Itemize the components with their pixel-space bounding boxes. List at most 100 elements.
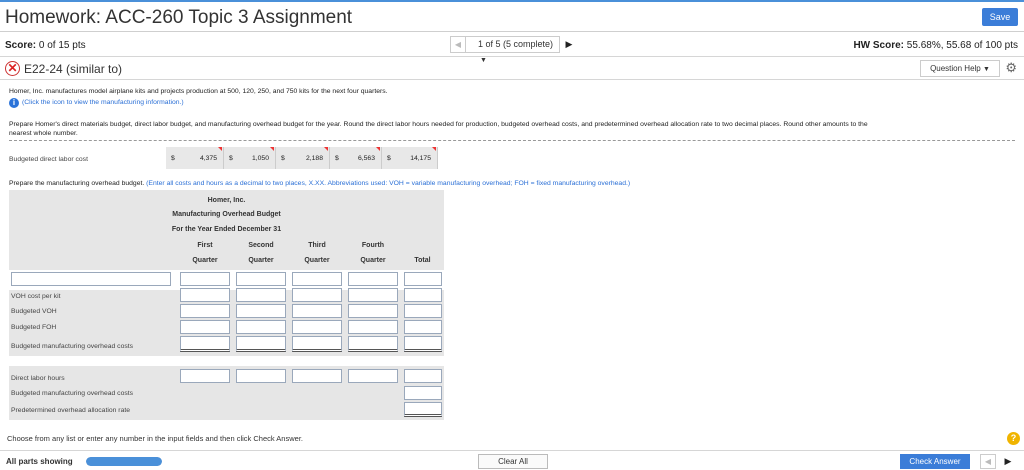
row1-q3-input[interactable] bbox=[292, 272, 342, 286]
budgeted-dl-q2-value: 1,050 bbox=[251, 155, 269, 162]
score-value: 0 of 15 pts bbox=[38, 40, 86, 51]
budgeted-voh-q2-input[interactable] bbox=[236, 304, 286, 318]
separator-row bbox=[9, 356, 444, 366]
hw-score-label: HW Score: bbox=[853, 40, 905, 51]
question-label: E22-24 (similar to) bbox=[24, 62, 123, 76]
question-help-dropdown[interactable]: Question Help ▼ bbox=[920, 60, 1000, 77]
voh-cost-q2-input[interactable] bbox=[236, 288, 286, 302]
budgeted-dl-q1: $ 4,375 bbox=[166, 147, 224, 169]
budgeted-moh-q2-input[interactable] bbox=[236, 336, 286, 352]
question-position: 1 of 5 (5 complete) bbox=[478, 39, 554, 49]
col-q2-bottom: Quarter bbox=[248, 257, 274, 264]
col-q4-top: Fourth bbox=[361, 242, 385, 249]
currency-symbol: $ bbox=[229, 155, 233, 162]
row1-q2-input[interactable] bbox=[236, 272, 286, 286]
instructions-line-1: Prepare Homer's direct materials budget,… bbox=[9, 121, 868, 128]
budgeted-voh-q1-input[interactable] bbox=[180, 304, 230, 318]
budgeted-foh-q1-input[interactable] bbox=[180, 320, 230, 334]
budget-company: Homer, Inc. bbox=[207, 197, 246, 204]
col-q2-top: Second bbox=[248, 242, 274, 249]
page-header: Homework: ACC-260 Topic 3 Assignment Sav… bbox=[0, 2, 1024, 32]
budgeted-voh-total-input[interactable] bbox=[404, 304, 442, 318]
row1-q4-input[interactable] bbox=[348, 272, 398, 286]
col-q4-bottom: Quarter bbox=[360, 257, 386, 264]
footer-next-button[interactable]: ▶ bbox=[1000, 454, 1016, 469]
save-button[interactable]: Save bbox=[982, 8, 1018, 26]
row1-label-select[interactable] bbox=[11, 272, 171, 286]
parts-progress-fill bbox=[86, 457, 162, 466]
voh-cost-q3-input[interactable] bbox=[292, 288, 342, 302]
budgeted-voh-q3-input[interactable] bbox=[292, 304, 342, 318]
budgeted-moh-costs-total-input[interactable] bbox=[404, 386, 442, 400]
chevron-right-icon: ▶ bbox=[565, 39, 573, 49]
info-icon[interactable]: i bbox=[9, 98, 19, 108]
budgeted-dl-q4: $ 6,563 bbox=[330, 147, 382, 169]
predetermined-rate-total-input[interactable] bbox=[404, 402, 442, 417]
col-q1-top: First bbox=[197, 242, 213, 249]
flag-icon bbox=[324, 147, 328, 151]
chevron-left-icon: ◀ bbox=[454, 40, 462, 49]
row-predetermined-rate: Predetermined overhead allocation rate bbox=[11, 407, 131, 414]
question-help-label: Question Help bbox=[930, 64, 981, 73]
dl-hours-q2-input[interactable] bbox=[236, 369, 286, 383]
info-link[interactable]: (Click the icon to view the manufacturin… bbox=[22, 99, 184, 106]
manufacturing-overhead-budget: Homer, Inc. Manufacturing Overhead Budge… bbox=[9, 190, 444, 420]
row-budgeted-voh: Budgeted VOH bbox=[11, 308, 57, 315]
check-answer-button[interactable]: Check Answer bbox=[900, 454, 970, 469]
hw-score-value: 55.68%, 55.68 of 100 pts bbox=[906, 40, 1018, 51]
flag-icon bbox=[376, 147, 380, 151]
budgeted-moh-total-input[interactable] bbox=[404, 336, 442, 352]
footer-previous-button[interactable]: ◀ bbox=[980, 454, 996, 469]
col-q3-top: Third bbox=[308, 242, 326, 249]
next-question-button[interactable]: ▶ bbox=[560, 36, 578, 53]
row-budgeted-moh: Budgeted manufacturing overhead costs bbox=[11, 343, 134, 350]
dl-hours-q3-input[interactable] bbox=[292, 369, 342, 383]
currency-symbol: $ bbox=[281, 155, 285, 162]
budgeted-voh-q4-input[interactable] bbox=[348, 304, 398, 318]
dl-hours-q4-input[interactable] bbox=[348, 369, 398, 383]
row-budgeted-foh: Budgeted FOH bbox=[11, 324, 57, 331]
currency-symbol: $ bbox=[171, 155, 175, 162]
budgeted-dl-total: $ 14,175 bbox=[382, 147, 438, 169]
caret-down-icon: ▼ bbox=[983, 66, 990, 73]
hw-score: HW Score: 55.68%, 55.68 of 100 pts bbox=[853, 40, 1018, 51]
dl-hours-total-input[interactable] bbox=[404, 369, 442, 383]
voh-cost-q1-input[interactable] bbox=[180, 288, 230, 302]
budget-title: Manufacturing Overhead Budget bbox=[172, 211, 281, 218]
voh-cost-q4-input[interactable] bbox=[348, 288, 398, 302]
question-select[interactable]: 1 of 5 (5 complete) ▼ bbox=[466, 36, 560, 64]
page-title: Homework: ACC-260 Topic 3 Assignment bbox=[5, 7, 353, 28]
budgeted-dl-q1-value: 4,375 bbox=[199, 155, 217, 162]
clear-all-button[interactable]: Clear All bbox=[478, 454, 548, 469]
budgeted-moh-q1-input[interactable] bbox=[180, 336, 230, 352]
help-icon[interactable]: ? bbox=[1007, 432, 1020, 445]
currency-symbol: $ bbox=[335, 155, 339, 162]
parts-progress-bar bbox=[86, 457, 162, 466]
budgeted-dl-total-value: 14,175 bbox=[410, 155, 431, 162]
gear-icon[interactable]: ⚙ bbox=[1005, 60, 1017, 76]
budgeted-foh-q3-input[interactable] bbox=[292, 320, 342, 334]
scroll-clip-divider bbox=[9, 140, 1015, 143]
row-direct-labor-hours: Direct labor hours bbox=[11, 375, 65, 382]
budgeted-dl-q2: $ 1,050 bbox=[224, 147, 276, 169]
dl-hours-q1-input[interactable] bbox=[180, 369, 230, 383]
footer-instruction: Choose from any list or enter any number… bbox=[7, 434, 303, 443]
budgeted-moh-q3-input[interactable] bbox=[292, 336, 342, 352]
budgeted-dl-q4-value: 6,563 bbox=[357, 155, 375, 162]
row-budgeted-moh-costs: Budgeted manufacturing overhead costs bbox=[11, 390, 134, 397]
flag-icon bbox=[270, 147, 274, 151]
budgeted-foh-q2-input[interactable] bbox=[236, 320, 286, 334]
row1-total-input[interactable] bbox=[404, 272, 442, 286]
budgeted-foh-total-input[interactable] bbox=[404, 320, 442, 334]
flag-icon bbox=[432, 147, 436, 151]
incorrect-icon: ✕ bbox=[5, 61, 20, 76]
budget-period: For the Year Ended December 31 bbox=[171, 226, 282, 233]
budgeted-dl-q3-value: 2,188 bbox=[305, 155, 323, 162]
previous-question-button[interactable]: ◀ bbox=[450, 36, 466, 53]
instructions-line-2: nearest whole number. bbox=[9, 130, 78, 137]
row1-q1-input[interactable] bbox=[180, 272, 230, 286]
prepare-prefix: Prepare the manufacturing overhead budge… bbox=[9, 180, 145, 187]
voh-cost-total-input[interactable] bbox=[404, 288, 442, 302]
budgeted-foh-q4-input[interactable] bbox=[348, 320, 398, 334]
budgeted-moh-q4-input[interactable] bbox=[348, 336, 398, 352]
